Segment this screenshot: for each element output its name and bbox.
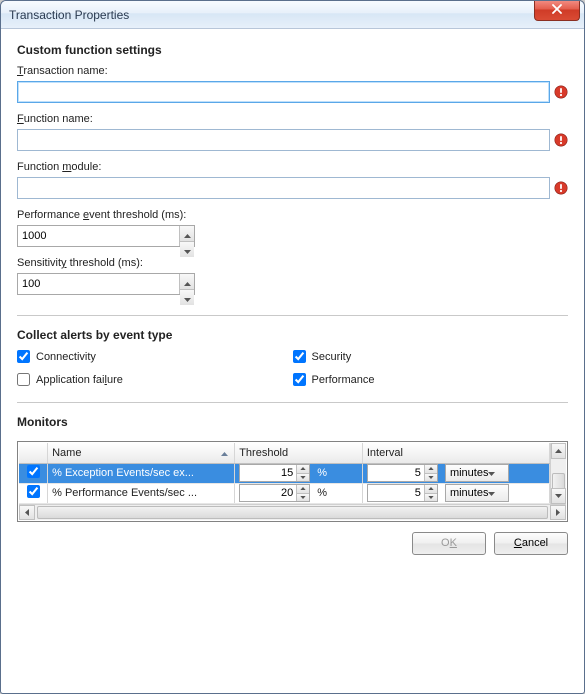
monitors-table: Name Threshold Interval % Exception Even… — [19, 443, 550, 504]
ok-button[interactable]: OK — [412, 532, 486, 555]
sort-asc-icon — [221, 447, 228, 459]
horizontal-scrollbar[interactable] — [19, 504, 566, 520]
row-interval-cell: minutes — [362, 483, 549, 503]
chevron-down-icon — [488, 487, 505, 499]
connectivity-checkbox-input[interactable] — [17, 350, 30, 363]
title-bar: Transaction Properties — [1, 1, 584, 29]
threshold-unit: % — [317, 487, 327, 499]
spin-up-button[interactable] — [180, 226, 194, 241]
security-label: Security — [312, 351, 352, 363]
perf-threshold-label: Performance event threshold (ms): — [17, 209, 568, 221]
monitors-box: Name Threshold Interval % Exception Even… — [17, 441, 568, 522]
table-row[interactable]: % Performance Events/sec ... % — [19, 483, 550, 503]
sensitivity-threshold-spinner[interactable] — [17, 273, 195, 295]
spin-up-button[interactable] — [425, 465, 437, 473]
divider — [17, 402, 568, 403]
threshold-spinner[interactable] — [239, 464, 310, 482]
interval-spinner[interactable] — [367, 464, 438, 482]
row-threshold-cell: % — [235, 463, 363, 483]
row-enable-checkbox[interactable] — [27, 485, 40, 498]
spin-down-button[interactable] — [425, 473, 437, 482]
spin-down-button[interactable] — [180, 241, 194, 257]
performance-label: Performance — [312, 374, 375, 386]
perf-threshold-spinner[interactable] — [17, 225, 195, 247]
threshold-spinner[interactable] — [239, 484, 310, 502]
transaction-name-input[interactable] — [17, 81, 550, 103]
scroll-thumb[interactable] — [37, 506, 548, 519]
spin-up-button[interactable] — [425, 485, 437, 493]
interval-unit-select[interactable]: minutes — [445, 484, 509, 502]
function-module-input[interactable] — [17, 177, 550, 199]
function-name-input[interactable] — [17, 129, 550, 151]
row-threshold-cell: % — [235, 483, 363, 503]
chevron-down-icon — [184, 242, 191, 257]
row-interval-cell: minutes — [362, 463, 549, 483]
chevron-down-icon — [488, 467, 505, 479]
interval-input[interactable] — [368, 485, 424, 501]
threshold-input[interactable] — [240, 485, 296, 501]
divider — [17, 315, 568, 316]
col-name-header[interactable]: Name — [48, 443, 235, 463]
col-checkbox-header[interactable] — [19, 443, 48, 463]
transaction-name-label: Transaction name: — [17, 65, 568, 77]
col-interval-header[interactable]: Interval — [362, 443, 549, 463]
connectivity-label: Connectivity — [36, 351, 96, 363]
interval-unit-select[interactable]: minutes — [445, 464, 509, 482]
col-threshold-header[interactable]: Threshold — [235, 443, 363, 463]
spin-down-button[interactable] — [297, 473, 309, 482]
app-failure-label: Application failure — [36, 374, 123, 386]
custom-function-heading: Custom function settings — [17, 43, 568, 57]
cancel-button[interactable]: Cancel — [494, 532, 568, 555]
function-module-label: Function module: — [17, 161, 568, 173]
row-enable-checkbox[interactable] — [27, 465, 40, 478]
spin-up-button[interactable] — [180, 274, 194, 289]
security-checkbox[interactable]: Security — [293, 350, 569, 363]
error-icon — [554, 133, 568, 147]
dialog-body: Custom function settings Transaction nam… — [1, 29, 584, 693]
error-icon — [554, 181, 568, 195]
app-failure-checkbox-input[interactable] — [17, 373, 30, 386]
close-icon — [551, 4, 563, 17]
connectivity-checkbox[interactable]: Connectivity — [17, 350, 293, 363]
error-icon — [554, 85, 568, 99]
scroll-down-button[interactable] — [551, 488, 566, 504]
perf-threshold-input[interactable] — [18, 226, 179, 246]
vertical-scrollbar[interactable] — [550, 443, 566, 504]
performance-checkbox[interactable]: Performance — [293, 373, 569, 386]
scroll-left-button[interactable] — [19, 505, 35, 520]
chevron-up-icon — [184, 226, 191, 241]
spin-down-button[interactable] — [425, 493, 437, 502]
alerts-grid: Connectivity Security Application failur… — [17, 350, 568, 386]
sensitivity-threshold-input[interactable] — [18, 274, 179, 294]
interval-input[interactable] — [368, 465, 424, 481]
window-title: Transaction Properties — [9, 8, 534, 22]
close-button[interactable] — [534, 1, 580, 21]
spin-up-button[interactable] — [297, 465, 309, 473]
performance-checkbox-input[interactable] — [293, 373, 306, 386]
security-checkbox-input[interactable] — [293, 350, 306, 363]
app-failure-checkbox[interactable]: Application failure — [17, 373, 293, 386]
monitors-heading: Monitors — [17, 415, 568, 429]
chevron-up-icon — [184, 274, 191, 289]
interval-spinner[interactable] — [367, 484, 438, 502]
chevron-down-icon — [184, 290, 191, 305]
dialog-footer: OK Cancel — [17, 522, 568, 555]
spin-down-button[interactable] — [297, 493, 309, 502]
threshold-input[interactable] — [240, 465, 296, 481]
function-name-label: Function name: — [17, 113, 568, 125]
table-row[interactable]: % Exception Events/sec ex... % — [19, 463, 550, 483]
threshold-unit: % — [317, 467, 327, 479]
spin-up-button[interactable] — [297, 485, 309, 493]
row-name-cell: % Exception Events/sec ex... — [48, 463, 235, 483]
collect-alerts-heading: Collect alerts by event type — [17, 328, 568, 342]
spin-down-button[interactable] — [180, 289, 194, 305]
row-name-cell: % Performance Events/sec ... — [48, 483, 235, 503]
dialog-window: Transaction Properties Custom function s… — [0, 0, 585, 694]
sensitivity-threshold-label: Sensitivity threshold (ms): — [17, 257, 568, 269]
scroll-up-button[interactable] — [551, 443, 566, 459]
scroll-right-button[interactable] — [550, 505, 566, 520]
